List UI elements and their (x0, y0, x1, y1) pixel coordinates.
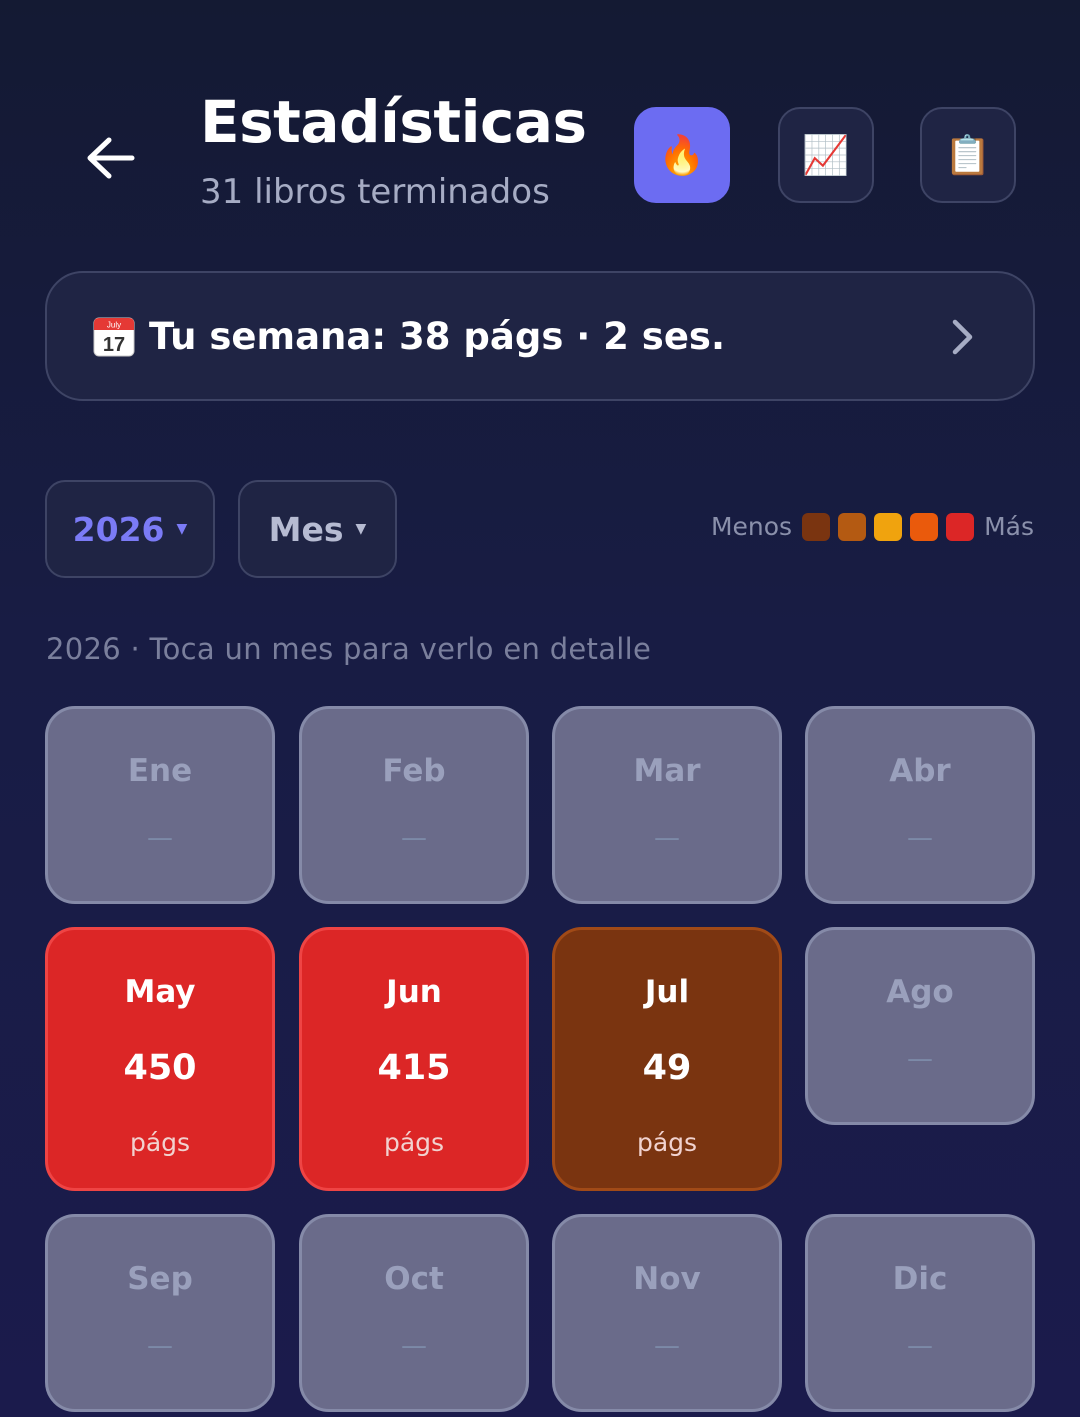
chevron-right-icon (952, 319, 973, 355)
month-name: Jun (386, 974, 442, 1010)
month-name: Ago (886, 974, 954, 1010)
period-select[interactable]: Mes ▼ (238, 480, 397, 578)
fire-icon: 🔥 (658, 133, 706, 177)
chart-view-button[interactable]: 📈 (778, 107, 874, 203)
month-pages-value: 49 (642, 1048, 692, 1088)
legend-less-label: Menos (710, 512, 793, 541)
month-tile-dic[interactable]: Dic — (805, 1214, 1035, 1412)
month-grid-hint: 2026 · Toca un mes para verlo en detalle (46, 632, 652, 666)
legend-swatch (874, 512, 903, 541)
books-finished-count: 31 libros terminados (200, 172, 550, 212)
calendar-month-text: July (107, 321, 121, 330)
month-tile-ene[interactable]: Ene — (45, 706, 275, 904)
month-pages-unit: págs (129, 1128, 191, 1157)
year-select[interactable]: 2026 ▼ (45, 480, 215, 578)
year-select-value: 2026 (72, 509, 165, 549)
month-pages-unit: págs (383, 1128, 445, 1157)
period-select-value: Mes (268, 509, 344, 549)
month-empty-marker: — (147, 823, 173, 853)
calendar-day-text: 17 (103, 334, 125, 356)
month-empty-marker: — (401, 1331, 427, 1361)
month-name: Dic (892, 1261, 948, 1297)
month-empty-marker: — (907, 823, 933, 853)
month-pages-unit: págs (636, 1128, 698, 1157)
caret-down-icon: ▼ (355, 521, 367, 537)
month-tile-ago[interactable]: Ago — (805, 927, 1035, 1125)
month-tile-abr[interactable]: Abr — (805, 706, 1035, 904)
month-name: Nov (633, 1261, 701, 1297)
month-tile-oct[interactable]: Oct — (299, 1214, 529, 1412)
month-empty-marker: — (401, 823, 427, 853)
month-empty-marker: — (907, 1331, 933, 1361)
month-name: Ene (127, 753, 193, 789)
month-tile-feb[interactable]: Feb — (299, 706, 529, 904)
month-tile-may[interactable]: May 450 págs (45, 927, 275, 1191)
month-tile-nov[interactable]: Nov — (552, 1214, 782, 1412)
page-title: Estadísticas (200, 88, 587, 156)
month-name: Abr (889, 753, 951, 789)
month-name: Mar (633, 753, 701, 789)
streak-view-button[interactable]: 🔥 (634, 107, 730, 203)
month-tile-mar[interactable]: Mar — (552, 706, 782, 904)
list-view-button[interactable]: 📋 (920, 107, 1016, 203)
chart-increasing-icon: 📈 (802, 133, 850, 177)
week-summary-card[interactable]: July 17 Tu semana: 38 págs · 2 ses. (45, 271, 1035, 401)
month-empty-marker: — (654, 823, 680, 853)
calendar-icon: July 17 (93, 317, 135, 357)
clipboard-icon: 📋 (944, 133, 992, 177)
month-name: May (124, 974, 196, 1010)
month-name: Sep (127, 1261, 193, 1297)
legend-swatch (802, 512, 831, 541)
month-name: Jul (644, 974, 690, 1010)
legend-swatch (946, 512, 975, 541)
month-empty-marker: — (907, 1044, 933, 1074)
month-name: Oct (384, 1261, 444, 1297)
week-summary-text: Tu semana: 38 págs · 2 ses. (149, 314, 725, 358)
month-tile-sep[interactable]: Sep — (45, 1214, 275, 1412)
month-pages-value: 450 (123, 1048, 197, 1088)
legend-swatch (838, 512, 867, 541)
month-tile-jun[interactable]: Jun 415 págs (299, 927, 529, 1191)
month-empty-marker: — (147, 1331, 173, 1361)
arrow-left-icon (87, 137, 135, 179)
caret-down-icon: ▼ (176, 521, 188, 537)
month-empty-marker: — (654, 1331, 680, 1361)
month-name: Feb (382, 753, 446, 789)
month-pages-value: 415 (377, 1048, 451, 1088)
month-tile-jul[interactable]: Jul 49 págs (552, 927, 782, 1191)
back-button[interactable] (70, 118, 150, 198)
intensity-legend: Menos Más (711, 512, 1034, 541)
legend-swatch (910, 512, 939, 541)
legend-more-label: Más (984, 512, 1034, 541)
